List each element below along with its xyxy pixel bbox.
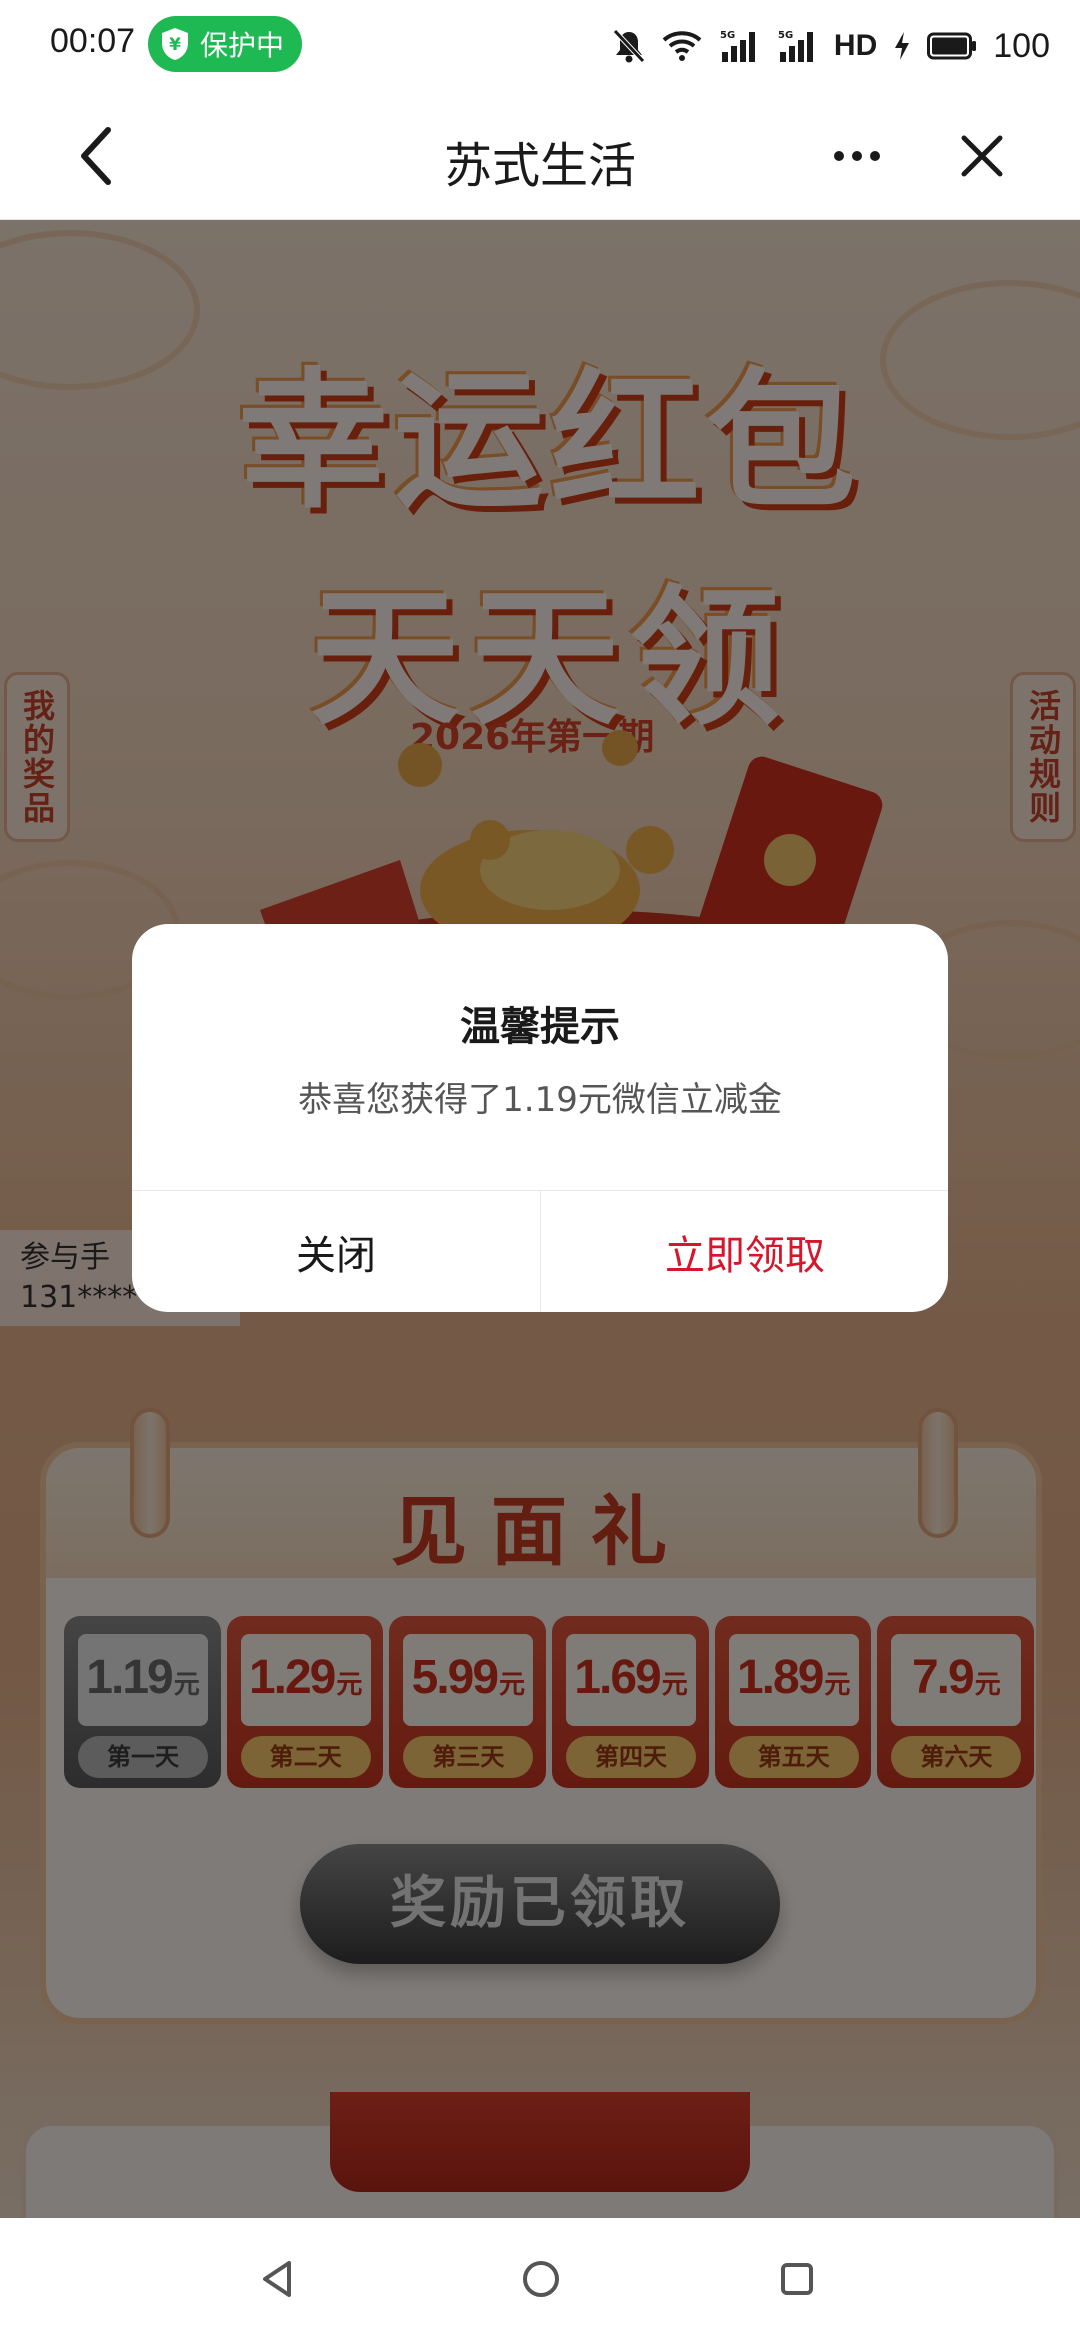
signal-5g-icon-2: 5G	[778, 30, 813, 62]
shield-yen-icon: ¥	[162, 28, 188, 60]
svg-text:5G: 5G	[720, 30, 735, 41]
battery-icon	[927, 32, 977, 60]
svg-text:5G: 5G	[778, 30, 793, 41]
network-label: HD	[833, 29, 878, 62]
svg-text:¥: ¥	[169, 35, 181, 55]
status-time: 00:07	[50, 22, 136, 60]
dialog-claim-button[interactable]: 立即领取	[541, 1191, 948, 1312]
charging-icon	[895, 32, 910, 60]
status-bar: 00:07 ¥ 保护中 5G 5G HD 100	[0, 0, 1080, 92]
wifi-icon	[662, 31, 702, 61]
status-icons: 5G 5G HD 100	[612, 18, 1050, 74]
mute-bell-icon	[613, 29, 645, 63]
more-dots-icon	[834, 151, 880, 161]
triangle-back-icon	[263, 2261, 291, 2297]
nav-home-button[interactable]	[508, 2246, 574, 2312]
close-button[interactable]	[948, 122, 1016, 190]
protect-label: 保护中	[200, 29, 285, 62]
page-title: 苏式生活	[443, 138, 636, 194]
battery-level: 100	[993, 26, 1050, 65]
nav-recent-button[interactable]	[764, 2246, 830, 2312]
notice-dialog: 温馨提示 恭喜您获得了1.19元微信立减金 关闭 立即领取	[132, 924, 948, 1312]
dialog-title: 温馨提示	[460, 1004, 620, 1050]
square-recent-icon	[781, 2263, 813, 2295]
circle-home-icon	[523, 2261, 559, 2297]
more-button[interactable]	[822, 122, 892, 190]
dialog-message: 恭喜您获得了1.19元微信立减金	[298, 1080, 782, 1120]
dialog-close-button[interactable]: 关闭	[132, 1191, 540, 1312]
system-nav-bar	[0, 2218, 1080, 2340]
signal-5g-icon: 5G	[720, 30, 755, 62]
nav-back-button[interactable]	[244, 2246, 310, 2312]
title-bar: 苏式生活	[0, 92, 1080, 220]
close-icon	[961, 135, 1003, 177]
protect-badge[interactable]: ¥ 保护中	[148, 16, 303, 72]
